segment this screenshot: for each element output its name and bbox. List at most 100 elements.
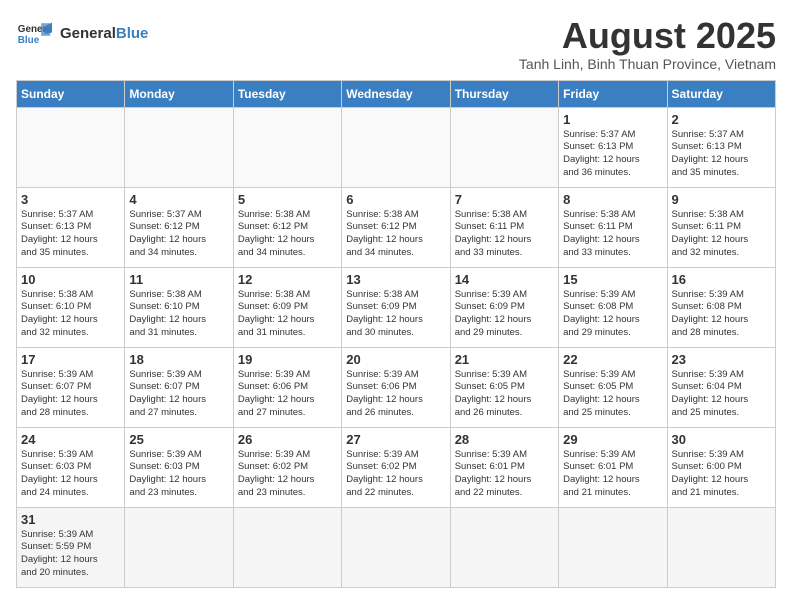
day-info: Sunrise: 5:39 AM Sunset: 6:02 PM Dayligh… [346, 449, 445, 500]
day-number: 8 [563, 192, 662, 207]
day-number: 27 [346, 432, 445, 447]
calendar-cell: 24Sunrise: 5:39 AM Sunset: 6:03 PM Dayli… [17, 427, 125, 507]
day-number: 3 [21, 192, 120, 207]
day-number: 6 [346, 192, 445, 207]
day-info: Sunrise: 5:39 AM Sunset: 6:01 PM Dayligh… [455, 449, 554, 500]
day-number: 30 [672, 432, 771, 447]
calendar-cell: 6 Sunrise: 5:38 AM Sunset: 6:12 PM Daylig… [342, 187, 450, 267]
day-number: 16 [672, 272, 771, 287]
calendar-cell: 16 Sunrise: 5:39 AM Sunset: 6:08 PM Dayli… [667, 267, 775, 347]
calendar-cell [450, 507, 558, 587]
page-header: General Blue GeneralBlue August 2025 Tan… [16, 16, 776, 72]
calendar-week-row: 1 Sunrise: 5:37 AM Sunset: 6:13 PM Daylig… [17, 107, 776, 187]
day-number: 17 [21, 352, 120, 367]
calendar-cell: 10Sunrise: 5:38 AM Sunset: 6:10 PM Dayli… [17, 267, 125, 347]
column-header-thursday: Thursday [450, 80, 558, 107]
calendar-subtitle: Tanh Linh, Binh Thuan Province, Vietnam [519, 56, 776, 72]
calendar-cell [233, 507, 341, 587]
day-info: Sunrise: 5:37 AM Sunset: 6:13 PM Dayligh… [21, 209, 120, 260]
calendar-cell [667, 507, 775, 587]
calendar-cell: 30 Sunrise: 5:39 AM Sunset: 6:00 PM Dayli… [667, 427, 775, 507]
calendar-cell: 18 Sunrise: 5:39 AM Sunset: 6:07 PM Dayli… [125, 347, 233, 427]
calendar-cell [17, 107, 125, 187]
day-info: Sunrise: 5:39 AM Sunset: 6:09 PM Dayligh… [455, 289, 554, 340]
day-info: Sunrise: 5:38 AM Sunset: 6:11 PM Dayligh… [563, 209, 662, 260]
day-info: Sunrise: 5:38 AM Sunset: 6:09 PM Dayligh… [346, 289, 445, 340]
day-info: Sunrise: 5:38 AM Sunset: 6:10 PM Dayligh… [21, 289, 120, 340]
day-number: 21 [455, 352, 554, 367]
day-number: 28 [455, 432, 554, 447]
calendar-title: August 2025 [519, 16, 776, 56]
day-number: 26 [238, 432, 337, 447]
day-number: 7 [455, 192, 554, 207]
calendar-cell: 5 Sunrise: 5:38 AM Sunset: 6:12 PM Daylig… [233, 187, 341, 267]
calendar-week-row: 31 Sunrise: 5:39 AM Sunset: 5:59 PM Dayli… [17, 507, 776, 587]
day-number: 1 [563, 112, 662, 127]
svg-text:Blue: Blue [18, 35, 40, 46]
column-header-friday: Friday [559, 80, 667, 107]
calendar-week-row: 3 Sunrise: 5:37 AM Sunset: 6:13 PM Daylig… [17, 187, 776, 267]
calendar-cell: 23 Sunrise: 5:39 AM Sunset: 6:04 PM Dayli… [667, 347, 775, 427]
calendar-cell: 14 Sunrise: 5:39 AM Sunset: 6:09 PM Dayli… [450, 267, 558, 347]
day-number: 14 [455, 272, 554, 287]
calendar-cell: 12 Sunrise: 5:38 AM Sunset: 6:09 PM Dayli… [233, 267, 341, 347]
day-number: 24 [21, 432, 120, 447]
calendar-cell: 8 Sunrise: 5:38 AM Sunset: 6:11 PM Daylig… [559, 187, 667, 267]
calendar-cell: 4 Sunrise: 5:37 AM Sunset: 6:12 PM Daylig… [125, 187, 233, 267]
day-number: 31 [21, 512, 120, 527]
day-info: Sunrise: 5:38 AM Sunset: 6:12 PM Dayligh… [238, 209, 337, 260]
calendar-cell: 13Sunrise: 5:38 AM Sunset: 6:09 PM Dayli… [342, 267, 450, 347]
calendar-cell [233, 107, 341, 187]
day-info: Sunrise: 5:38 AM Sunset: 6:11 PM Dayligh… [455, 209, 554, 260]
day-info: Sunrise: 5:38 AM Sunset: 6:12 PM Dayligh… [346, 209, 445, 260]
day-info: Sunrise: 5:39 AM Sunset: 6:07 PM Dayligh… [21, 369, 120, 420]
column-header-tuesday: Tuesday [233, 80, 341, 107]
day-number: 15 [563, 272, 662, 287]
day-info: Sunrise: 5:38 AM Sunset: 6:10 PM Dayligh… [129, 289, 228, 340]
calendar-cell: 17 Sunrise: 5:39 AM Sunset: 6:07 PM Dayli… [17, 347, 125, 427]
calendar-cell [450, 107, 558, 187]
calendar-cell [125, 107, 233, 187]
day-info: Sunrise: 5:37 AM Sunset: 6:12 PM Dayligh… [129, 209, 228, 260]
day-number: 12 [238, 272, 337, 287]
day-number: 5 [238, 192, 337, 207]
calendar-cell: 19Sunrise: 5:39 AM Sunset: 6:06 PM Dayli… [233, 347, 341, 427]
calendar-cell: 22Sunrise: 5:39 AM Sunset: 6:05 PM Dayli… [559, 347, 667, 427]
day-number: 11 [129, 272, 228, 287]
day-info: Sunrise: 5:39 AM Sunset: 6:00 PM Dayligh… [672, 449, 771, 500]
calendar-cell: 2Sunrise: 5:37 AM Sunset: 6:13 PM Daylig… [667, 107, 775, 187]
day-number: 29 [563, 432, 662, 447]
day-info: Sunrise: 5:39 AM Sunset: 6:06 PM Dayligh… [346, 369, 445, 420]
day-info: Sunrise: 5:38 AM Sunset: 6:09 PM Dayligh… [238, 289, 337, 340]
calendar-cell: 29Sunrise: 5:39 AM Sunset: 6:01 PM Dayli… [559, 427, 667, 507]
day-info: Sunrise: 5:39 AM Sunset: 6:07 PM Dayligh… [129, 369, 228, 420]
calendar-header-row: SundayMondayTuesdayWednesdayThursdayFrid… [17, 80, 776, 107]
calendar-cell: 26 Sunrise: 5:39 AM Sunset: 6:02 PM Dayli… [233, 427, 341, 507]
calendar-cell [125, 507, 233, 587]
calendar-cell: 9Sunrise: 5:38 AM Sunset: 6:11 PM Daylig… [667, 187, 775, 267]
calendar-cell: 11 Sunrise: 5:38 AM Sunset: 6:10 PM Dayli… [125, 267, 233, 347]
day-info: Sunrise: 5:39 AM Sunset: 6:03 PM Dayligh… [129, 449, 228, 500]
calendar-cell: 15Sunrise: 5:39 AM Sunset: 6:08 PM Dayli… [559, 267, 667, 347]
day-info: Sunrise: 5:37 AM Sunset: 6:13 PM Dayligh… [563, 129, 662, 180]
day-number: 18 [129, 352, 228, 367]
column-header-monday: Monday [125, 80, 233, 107]
day-info: Sunrise: 5:39 AM Sunset: 6:08 PM Dayligh… [672, 289, 771, 340]
logo-icon: General Blue [16, 16, 52, 52]
calendar-cell [559, 507, 667, 587]
day-info: Sunrise: 5:39 AM Sunset: 6:02 PM Dayligh… [238, 449, 337, 500]
day-info: Sunrise: 5:39 AM Sunset: 6:05 PM Dayligh… [455, 369, 554, 420]
day-info: Sunrise: 5:39 AM Sunset: 6:04 PM Dayligh… [672, 369, 771, 420]
day-number: 25 [129, 432, 228, 447]
calendar-table: SundayMondayTuesdayWednesdayThursdayFrid… [16, 80, 776, 588]
day-number: 4 [129, 192, 228, 207]
calendar-cell: 20Sunrise: 5:39 AM Sunset: 6:06 PM Dayli… [342, 347, 450, 427]
day-info: Sunrise: 5:39 AM Sunset: 6:06 PM Dayligh… [238, 369, 337, 420]
day-info: Sunrise: 5:37 AM Sunset: 6:13 PM Dayligh… [672, 129, 771, 180]
calendar-cell [342, 507, 450, 587]
day-number: 23 [672, 352, 771, 367]
calendar-cell: 27 Sunrise: 5:39 AM Sunset: 6:02 PM Dayli… [342, 427, 450, 507]
day-number: 9 [672, 192, 771, 207]
calendar-cell: 25 Sunrise: 5:39 AM Sunset: 6:03 PM Dayli… [125, 427, 233, 507]
day-info: Sunrise: 5:39 AM Sunset: 5:59 PM Dayligh… [21, 529, 120, 580]
